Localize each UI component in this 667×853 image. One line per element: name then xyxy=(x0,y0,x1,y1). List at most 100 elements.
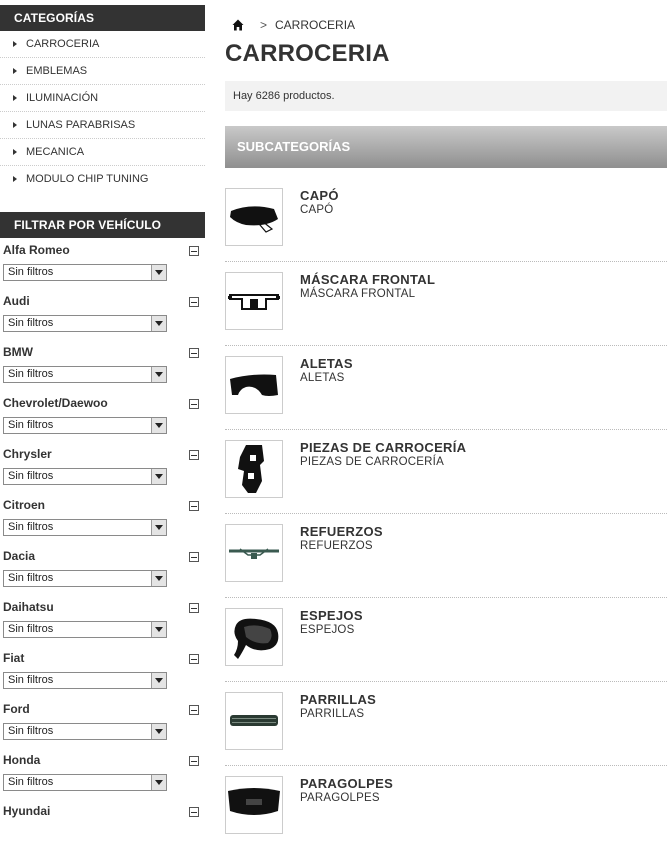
categories-title: CATEGORÍAS xyxy=(0,5,205,31)
vehicle-filter-select[interactable]: Sin filtros xyxy=(3,774,167,791)
subcategory-item-capo[interactable]: CAPÓ CAPÓ xyxy=(225,178,667,262)
collapse-icon[interactable] xyxy=(189,399,199,409)
vehicle-filter-select[interactable]: Sin filtros xyxy=(3,723,167,740)
chevron-down-icon[interactable] xyxy=(151,775,166,790)
vehicle-name: BMW xyxy=(3,345,33,359)
chevron-down-icon[interactable] xyxy=(151,724,166,739)
collapse-icon[interactable] xyxy=(189,246,199,256)
select-value: Sin filtros xyxy=(8,572,54,584)
collapse-icon[interactable] xyxy=(189,348,199,358)
chevron-down-icon[interactable] xyxy=(151,571,166,586)
vehicle-filter-fiat: Fiat Sin filtros xyxy=(0,649,205,700)
subcategory-item-refuerzos[interactable]: REFUERZOS REFUERZOS xyxy=(225,514,667,598)
subcategory-description: PARRILLAS xyxy=(300,708,365,720)
subcategory-name[interactable]: CAPÓ xyxy=(300,188,339,203)
subcategory-thumbnail[interactable] xyxy=(225,272,283,330)
subcategory-thumbnail[interactable] xyxy=(225,188,283,246)
reinforcement-icon xyxy=(229,548,279,559)
bumper-icon xyxy=(228,788,280,815)
subcategory-item-espejos[interactable]: ESPEJOS ESPEJOS xyxy=(225,598,667,682)
subcategory-name[interactable]: ALETAS xyxy=(300,356,353,371)
collapse-icon[interactable] xyxy=(189,807,199,817)
home-icon[interactable] xyxy=(232,19,244,31)
subcategory-name[interactable]: MÁSCARA FRONTAL xyxy=(300,272,435,287)
category-item-emblemas[interactable]: EMBLEMAS xyxy=(0,58,205,85)
caret-right-icon xyxy=(13,122,17,128)
vehicle-filter-select[interactable]: Sin filtros xyxy=(3,468,167,485)
chevron-down-icon[interactable] xyxy=(151,367,166,382)
select-value: Sin filtros xyxy=(8,470,54,482)
vehicle-filter-citroen: Citroen Sin filtros xyxy=(0,496,205,547)
subcategory-name[interactable]: PIEZAS DE CARROCERÍA xyxy=(300,440,466,455)
subcategory-name[interactable]: PARRILLAS xyxy=(300,692,376,707)
vehicle-name: Chrysler xyxy=(3,447,52,461)
category-item-iluminacion[interactable]: ILUMINACIÓN xyxy=(0,85,205,112)
select-value: Sin filtros xyxy=(8,317,54,329)
vehicle-filter-select[interactable]: Sin filtros xyxy=(3,570,167,587)
collapse-icon[interactable] xyxy=(189,552,199,562)
collapse-icon[interactable] xyxy=(189,297,199,307)
breadcrumb-separator: > xyxy=(260,18,268,32)
subcategory-thumbnail[interactable] xyxy=(225,440,283,498)
collapse-icon[interactable] xyxy=(189,450,199,460)
vehicle-name: Alfa Romeo xyxy=(3,243,70,257)
select-value: Sin filtros xyxy=(8,674,54,686)
subcategory-name[interactable]: ESPEJOS xyxy=(300,608,363,623)
vehicle-name: Ford xyxy=(3,702,30,716)
vehicle-filter-select[interactable]: Sin filtros xyxy=(3,264,167,281)
vehicle-filter-list: Alfa Romeo Sin filtros Audi Sin filtros … xyxy=(0,241,205,853)
subcategory-thumbnail[interactable] xyxy=(225,776,283,834)
chevron-down-icon[interactable] xyxy=(151,469,166,484)
subcategory-item-piezas-de-carroceria[interactable]: PIEZAS DE CARROCERÍA PIEZAS DE CARROCERÍ… xyxy=(225,430,667,514)
grille-icon xyxy=(230,715,278,726)
subcategory-item-parrillas[interactable]: PARRILLAS PARRILLAS xyxy=(225,682,667,766)
caret-right-icon xyxy=(13,41,17,47)
chevron-down-icon[interactable] xyxy=(151,520,166,535)
collapse-icon[interactable] xyxy=(189,756,199,766)
subcategory-description: REFUERZOS xyxy=(300,540,373,552)
body-part-icon xyxy=(238,445,264,493)
category-label: ILUMINACIÓN xyxy=(26,92,99,104)
subcategory-thumbnail[interactable] xyxy=(225,608,283,666)
vehicle-name: Citroen xyxy=(3,498,45,512)
chevron-down-icon[interactable] xyxy=(151,265,166,280)
vehicle-filter-honda: Honda Sin filtros xyxy=(0,751,205,802)
caret-right-icon xyxy=(13,149,17,155)
category-label: CARROCERIA xyxy=(26,38,100,50)
collapse-icon[interactable] xyxy=(189,603,199,613)
subcategory-description: ALETAS xyxy=(300,372,345,384)
vehicle-filter-select[interactable]: Sin filtros xyxy=(3,621,167,638)
chevron-down-icon[interactable] xyxy=(151,316,166,331)
select-value: Sin filtros xyxy=(8,266,54,278)
vehicle-name: Hyundai xyxy=(3,804,51,818)
subcategory-description: CAPÓ xyxy=(300,204,334,216)
hood-icon xyxy=(230,206,278,233)
vehicle-filter-select[interactable]: Sin filtros xyxy=(3,519,167,536)
category-item-mecanica[interactable]: MECANICA xyxy=(0,139,205,166)
breadcrumb: > CARROCERIA xyxy=(232,18,355,32)
category-label: EMBLEMAS xyxy=(26,65,88,77)
subcategory-item-mascara-frontal[interactable]: MÁSCARA FRONTAL MÁSCARA FRONTAL xyxy=(225,262,667,346)
category-label: MODULO CHIP TUNING xyxy=(26,173,149,185)
chevron-down-icon[interactable] xyxy=(151,418,166,433)
subcategory-thumbnail[interactable] xyxy=(225,524,283,582)
subcategory-item-paragolpes[interactable]: PARAGOLPES PARAGOLPES xyxy=(225,766,667,850)
vehicle-filter-select[interactable]: Sin filtros xyxy=(3,417,167,434)
vehicle-filter-select[interactable]: Sin filtros xyxy=(3,672,167,689)
collapse-icon[interactable] xyxy=(189,654,199,664)
collapse-icon[interactable] xyxy=(189,705,199,715)
subcategory-thumbnail[interactable] xyxy=(225,692,283,750)
vehicle-filter-select[interactable]: Sin filtros xyxy=(3,366,167,383)
category-item-modulo-chip-tuning[interactable]: MODULO CHIP TUNING xyxy=(0,166,205,192)
collapse-icon[interactable] xyxy=(189,501,199,511)
chevron-down-icon[interactable] xyxy=(151,622,166,637)
chevron-down-icon[interactable] xyxy=(151,673,166,688)
category-item-lunas-parabrisas[interactable]: LUNAS PARABRISAS xyxy=(0,112,205,139)
category-item-carroceria[interactable]: CARROCERIA xyxy=(0,31,205,58)
vehicle-filter-select[interactable]: Sin filtros xyxy=(3,315,167,332)
subcategory-name[interactable]: PARAGOLPES xyxy=(300,776,393,791)
subcategory-item-aletas[interactable]: ALETAS ALETAS xyxy=(225,346,667,430)
subcategory-thumbnail[interactable] xyxy=(225,356,283,414)
category-label: LUNAS PARABRISAS xyxy=(26,119,136,131)
subcategory-name[interactable]: REFUERZOS xyxy=(300,524,383,539)
